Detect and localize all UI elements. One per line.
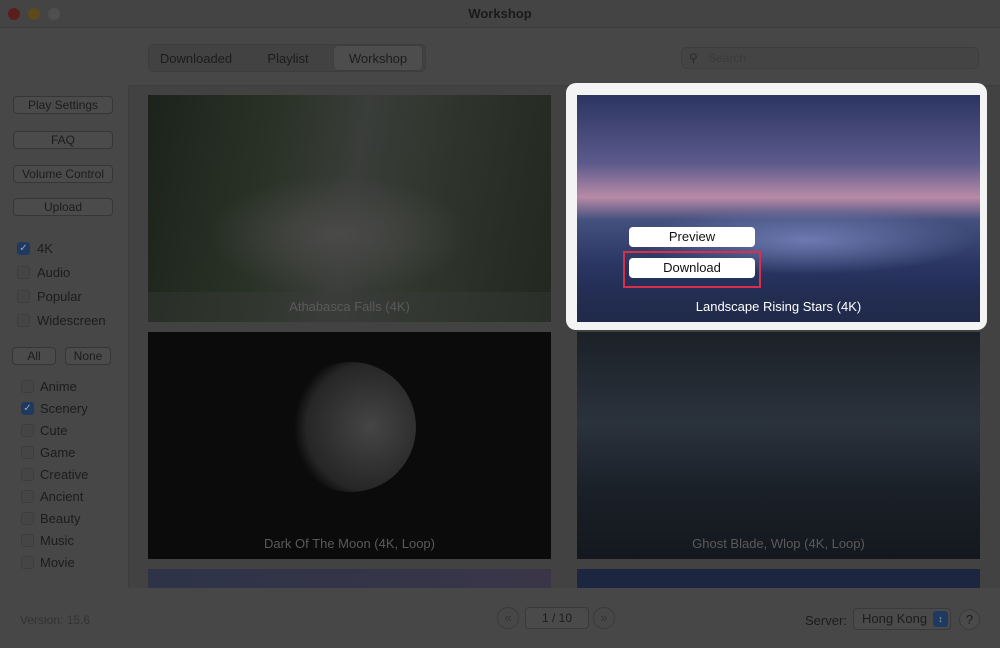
checkbox-music[interactable]: Music bbox=[21, 533, 131, 549]
checkbox-unchecked-icon[interactable] bbox=[21, 468, 34, 481]
checkbox-label: 4K bbox=[37, 241, 53, 256]
select-all-button[interactable]: All bbox=[12, 347, 56, 365]
faq-button[interactable]: FAQ bbox=[13, 131, 113, 149]
download-button[interactable]: Download bbox=[629, 258, 755, 278]
checkbox-movie[interactable]: Movie bbox=[21, 555, 131, 571]
checkbox-label: Audio bbox=[37, 265, 71, 280]
checkbox-label: Game bbox=[40, 445, 76, 460]
checkbox-anime[interactable]: Anime bbox=[21, 379, 131, 395]
checkbox-unchecked-icon[interactable] bbox=[21, 490, 34, 503]
volume-control-button[interactable]: Volume Control bbox=[13, 165, 113, 183]
checkbox-game[interactable]: Game bbox=[21, 445, 131, 461]
wallpaper-card[interactable] bbox=[148, 569, 551, 588]
window-title: Workshop bbox=[468, 6, 532, 21]
checkbox-creative[interactable]: Creative bbox=[21, 467, 131, 483]
checkbox-unchecked-icon[interactable] bbox=[21, 512, 34, 525]
wallpaper-title: Athabasca Falls (4K) bbox=[148, 292, 551, 322]
chevron-updown-icon: ↕ bbox=[933, 611, 948, 627]
wallpaper-title: Landscape Rising Stars (4K) bbox=[577, 292, 980, 322]
wallpaper-card[interactable]: Ghost Blade, Wlop (4K, Loop) bbox=[577, 332, 980, 559]
wallpaper-title: Dark Of The Moon (4K, Loop) bbox=[263, 536, 435, 551]
tab-workshop[interactable]: Workshop bbox=[333, 45, 423, 71]
title-bar: Workshop bbox=[0, 0, 1000, 28]
checkbox-label: Music bbox=[40, 533, 74, 548]
page-field[interactable]: 1 / 10 bbox=[525, 607, 589, 629]
checkbox-ancient[interactable]: Ancient bbox=[21, 489, 131, 505]
checkbox-label: Ancient bbox=[40, 489, 84, 504]
checkbox-unchecked-icon[interactable] bbox=[17, 290, 30, 303]
checkbox-beauty[interactable]: Beauty bbox=[21, 511, 131, 527]
checkbox-unchecked-icon[interactable] bbox=[17, 314, 30, 327]
checkbox-label: Cute bbox=[40, 423, 68, 438]
wallpaper-card[interactable]: Athabasca Falls (4K) bbox=[148, 95, 551, 322]
tab-playlist[interactable]: Playlist bbox=[243, 45, 333, 71]
search-placeholder: Search bbox=[708, 51, 747, 65]
checkbox-cute[interactable]: Cute bbox=[21, 423, 131, 439]
play-settings-button[interactable]: Play Settings bbox=[13, 96, 113, 114]
preview-button[interactable]: Preview bbox=[629, 227, 755, 247]
moon-image bbox=[286, 362, 416, 492]
tab-bar: Downloaded Playlist Workshop bbox=[148, 44, 426, 72]
next-page-button[interactable]: » bbox=[593, 607, 615, 629]
checkbox-label: Scenery bbox=[40, 401, 88, 416]
upload-button[interactable]: Upload bbox=[13, 198, 113, 216]
wallpaper-title: Ghost Blade, Wlop (4K, Loop) bbox=[692, 536, 865, 551]
search-input[interactable]: ⚲ Search bbox=[681, 47, 979, 69]
checkbox-widescreen[interactable]: Widescreen bbox=[17, 313, 127, 329]
select-none-button[interactable]: None bbox=[65, 347, 111, 365]
checkbox-unchecked-icon[interactable] bbox=[21, 380, 34, 393]
search-icon: ⚲ bbox=[689, 51, 698, 65]
wallpaper-card[interactable]: Dark Of The Moon (4K, Loop) bbox=[148, 332, 551, 559]
version-label: Version: 15.6 bbox=[20, 613, 91, 627]
checkbox-label: Popular bbox=[37, 289, 82, 304]
wallpaper-card[interactable] bbox=[577, 569, 980, 588]
thumbnail-image bbox=[208, 175, 468, 295]
checkbox-label: Creative bbox=[40, 467, 89, 482]
server-label: Server: bbox=[805, 613, 847, 628]
checkbox-checked-icon[interactable]: ✓ bbox=[21, 402, 34, 415]
checkbox-unchecked-icon[interactable] bbox=[21, 424, 34, 437]
checkbox-unchecked-icon[interactable] bbox=[21, 534, 34, 547]
help-button[interactable]: ? bbox=[959, 609, 980, 630]
checkbox-4k[interactable]: ✓ 4K bbox=[17, 241, 127, 257]
checkbox-unchecked-icon[interactable] bbox=[21, 556, 34, 569]
checkbox-label: Widescreen bbox=[37, 313, 106, 328]
tab-downloaded[interactable]: Downloaded bbox=[149, 45, 243, 71]
checkbox-label: Anime bbox=[40, 379, 77, 394]
checkbox-popular[interactable]: Popular bbox=[17, 289, 127, 305]
checkbox-label: Beauty bbox=[40, 511, 81, 526]
checkbox-unchecked-icon[interactable] bbox=[21, 446, 34, 459]
checkbox-checked-icon[interactable]: ✓ bbox=[17, 242, 30, 255]
server-select[interactable]: Hong Kong ↕ bbox=[853, 608, 951, 630]
checkbox-label: Movie bbox=[40, 555, 75, 570]
checkbox-unchecked-icon[interactable] bbox=[17, 266, 30, 279]
checkbox-audio[interactable]: Audio bbox=[17, 265, 127, 281]
server-value: Hong Kong bbox=[862, 611, 928, 626]
previous-page-button[interactable]: « bbox=[497, 607, 519, 629]
checkbox-scenery[interactable]: ✓ Scenery bbox=[21, 401, 131, 417]
